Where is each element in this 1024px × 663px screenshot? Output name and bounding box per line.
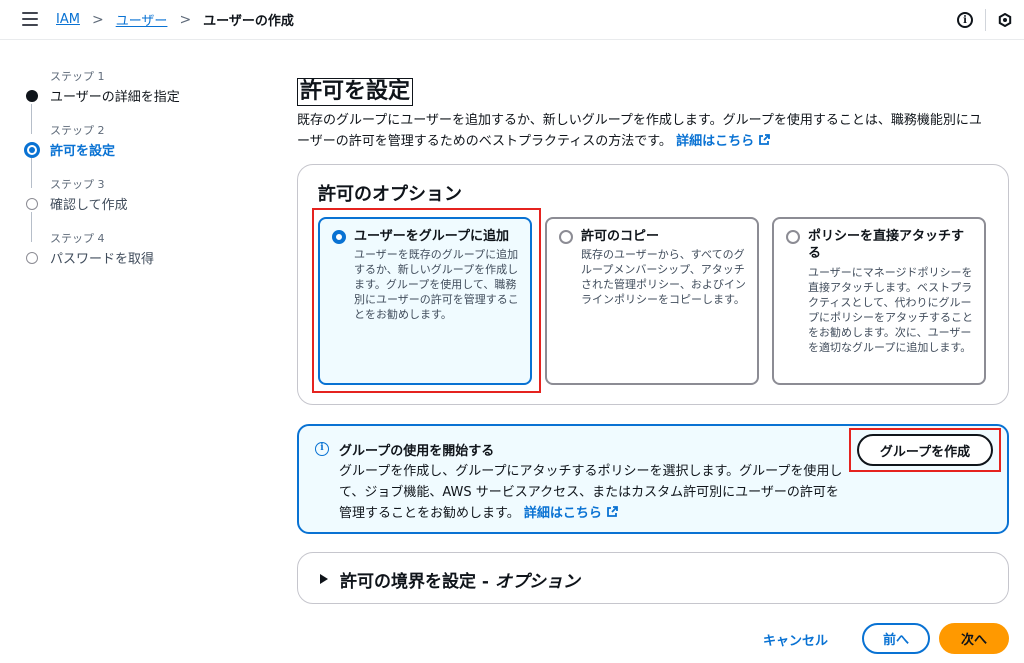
tile-label: ポリシーを直接アタッチする xyxy=(808,229,965,261)
tile-label: 許可のコピー xyxy=(581,229,660,244)
option-copy-permissions[interactable]: 許可のコピー 既存のユーザーから、すべてのグループメンバーシップ、アタッチされた… xyxy=(545,217,759,385)
permission-options-panel: 許可のオプション ユーザーをグループに追加 ユーザーを既存のグループに追加するか… xyxy=(297,164,1009,405)
info-learn-more-link[interactable]: 詳細はこちら xyxy=(524,506,618,521)
page-title: 許可を設定 xyxy=(297,78,414,106)
step-active-icon xyxy=(24,142,40,158)
external-link-icon xyxy=(606,506,618,517)
cancel-button[interactable]: キャンセル xyxy=(763,630,828,649)
step-title: ユーザーの詳細を指定 xyxy=(50,90,180,105)
next-button[interactable]: 次へ xyxy=(939,623,1009,654)
tile-description: ユーザーを既存のグループに追加するか、新しいグループを作成します。グループを使用… xyxy=(354,248,519,321)
info-icon[interactable]: i xyxy=(957,12,973,28)
page-description: 既存のグループにユーザーを追加するか、新しいグループを作成します。グループを使用… xyxy=(297,110,1009,152)
caret-right-icon xyxy=(320,574,328,584)
top-icons: i xyxy=(957,9,1012,31)
boundary-title: 許可の境界を設定 - オプション xyxy=(340,572,580,592)
step-pending-icon xyxy=(26,252,38,264)
info-icon: i xyxy=(315,442,329,456)
option-add-to-group[interactable]: ユーザーをグループに追加 ユーザーを既存のグループに追加するか、新しいグループを… xyxy=(318,217,532,385)
radio-icon[interactable] xyxy=(559,230,573,244)
step-title: 許可を設定 xyxy=(50,144,116,159)
step-1[interactable]: ステップ 1 ユーザーの詳細を指定 xyxy=(24,68,244,134)
create-group-button[interactable]: グループを作成 xyxy=(857,434,993,466)
breadcrumb-users[interactable]: ユーザー xyxy=(116,10,168,29)
menu-icon[interactable] xyxy=(22,12,38,26)
radio-icon[interactable] xyxy=(786,230,800,244)
info-title: グループの使用を開始する xyxy=(339,444,495,459)
breadcrumb-separator: > xyxy=(179,11,192,28)
radio-selected-icon[interactable] xyxy=(332,230,346,244)
learn-more-link[interactable]: 詳細はこちら xyxy=(676,134,770,149)
settings-icon[interactable] xyxy=(998,13,1012,27)
step-title: パスワードを取得 xyxy=(50,252,155,267)
tile-description: 既存のユーザーから、すべてのグループメンバーシップ、アタッチされた管理ポリシー、… xyxy=(581,248,746,306)
step-number: ステップ 3 xyxy=(50,178,105,191)
step-2: ステップ 2 許可を設定 xyxy=(24,122,244,188)
divider xyxy=(985,9,986,31)
permissions-boundary-expander[interactable]: 許可の境界を設定 - オプション xyxy=(297,552,1009,604)
step-title: 確認して作成 xyxy=(50,198,128,213)
info-panel: i グループの使用を開始する グループを作成し、グループにアタッチするポリシーを… xyxy=(297,424,1009,534)
breadcrumb-separator: > xyxy=(91,11,104,28)
step-pending-icon xyxy=(26,198,38,210)
description-line-1: 既存のグループにユーザーを追加するか、新しいグループを作成します。グループを使用… xyxy=(297,113,982,128)
previous-button[interactable]: 前へ xyxy=(862,623,930,654)
step-4: ステップ 4 パスワードを取得 xyxy=(24,230,244,284)
tile-description: ユーザーにマネージドポリシーを直接アタッチします。ベストプラクティスとして、代わ… xyxy=(808,266,973,354)
breadcrumb: IAM > ユーザー > ユーザーの作成 xyxy=(56,10,294,30)
tile-label: ユーザーをグループに追加 xyxy=(354,229,509,244)
panel-title: 許可のオプション xyxy=(318,184,462,205)
breadcrumb-iam[interactable]: IAM xyxy=(56,12,80,27)
breadcrumb-current: ユーザーの作成 xyxy=(203,14,294,29)
wizard-steps: ステップ 1 ユーザーの詳細を指定 ステップ 2 許可を設定 ステップ 3 確認… xyxy=(24,68,244,284)
external-link-icon xyxy=(759,134,770,145)
info-body: グループを作成し、グループにアタッチするポリシーを選択します。グループを使用して… xyxy=(339,461,851,524)
step-number: ステップ 2 xyxy=(50,124,105,137)
option-attach-policies-directly[interactable]: ポリシーを直接アタッチする ユーザーにマネージドポリシーを直接アタッチします。ベ… xyxy=(772,217,986,385)
step-done-icon xyxy=(26,90,38,102)
top-bar: IAM > ユーザー > ユーザーの作成 i xyxy=(0,0,1024,40)
step-number: ステップ 1 xyxy=(50,70,105,83)
step-3: ステップ 3 確認して作成 xyxy=(24,176,244,242)
description-line-2: ーザーの許可を管理するためのベストプラクティスの方法です。 xyxy=(297,134,672,149)
step-number: ステップ 4 xyxy=(50,232,105,245)
